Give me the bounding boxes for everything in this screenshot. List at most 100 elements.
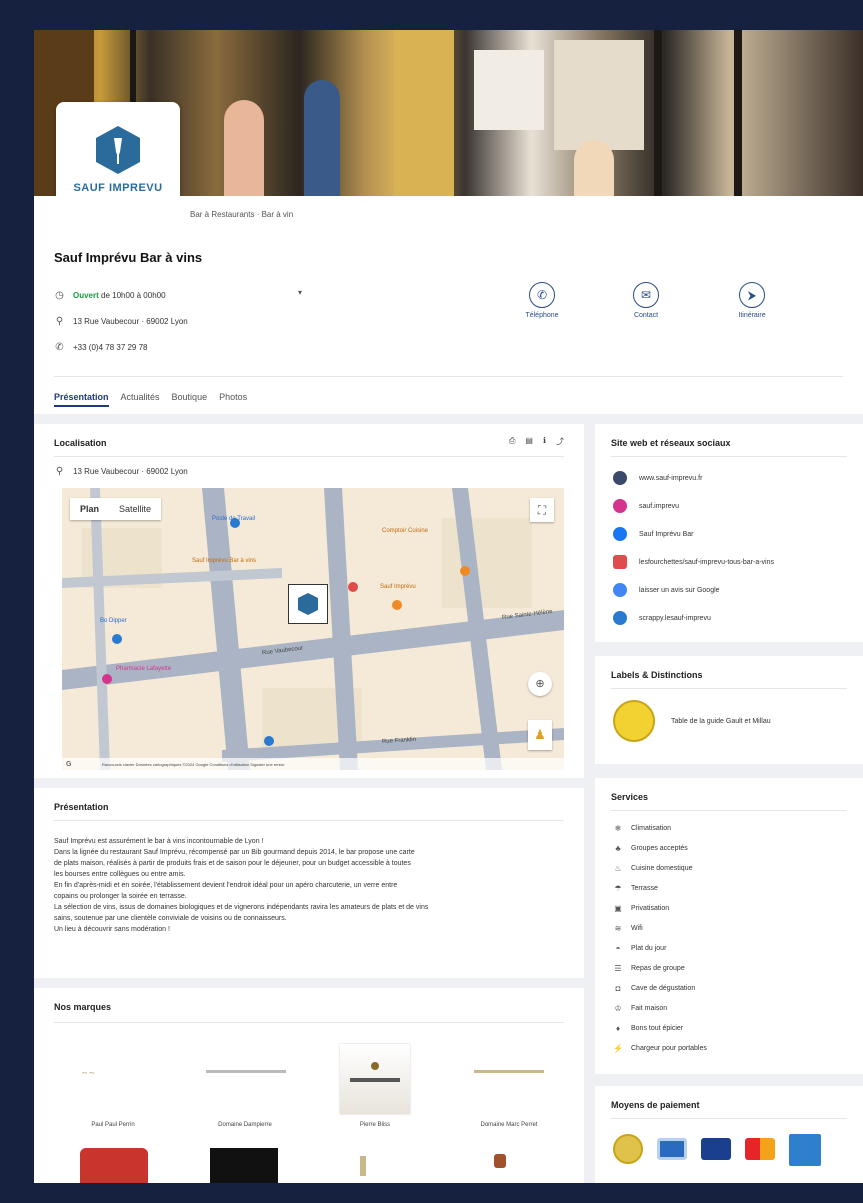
location-toolbar: ⎙ ▤ ℹ ⤴: [509, 436, 564, 447]
service-item: ❄ Climatisation: [614, 823, 672, 833]
brand-name-3: Pierre Bliss: [359, 1122, 391, 1128]
logo-text: SAUF IMPREVU: [73, 182, 163, 194]
terrace-icon: ☂: [614, 883, 622, 893]
google-logo-icon: G: [66, 761, 72, 768]
labels-card: Labels & Distinctions Table de la guide …: [595, 656, 863, 764]
business-header: Bar à Restaurants · Bar à vin Sauf Impré…: [34, 196, 863, 414]
service-item: ▣ Privatisation: [614, 903, 670, 913]
brand-logo-6[interactable]: [210, 1148, 278, 1183]
location-pin-icon: ⚲: [55, 466, 64, 477]
phone-icon: ✆: [55, 342, 64, 353]
phone-action-label: Téléphone: [525, 312, 559, 319]
labels-title: Labels & Distinctions: [611, 670, 703, 680]
brands-card: Nos marques ~ ~ Paul Paul Perrin Domaine…: [34, 988, 584, 1183]
brand-logo-5[interactable]: [80, 1148, 148, 1183]
thefork-link[interactable]: lesfourchettes/sauf-imprevu-tous-bar-a-v…: [613, 548, 853, 576]
service-item: ♔ Fait maison: [614, 1003, 668, 1013]
tab-photos[interactable]: Photos: [219, 392, 247, 407]
map-poi-icon[interactable]: [230, 518, 240, 528]
presentation-title: Présentation: [54, 802, 109, 812]
phone-action-button[interactable]: ✆ Téléphone: [512, 282, 572, 319]
service-item: ♦ Bons tout épicier: [613, 1018, 853, 1038]
website-link[interactable]: www.sauf-imprevu.fr: [613, 464, 853, 492]
google-review-link[interactable]: laisser un avis sur Google: [613, 576, 853, 604]
map-poi-icon[interactable]: [264, 736, 274, 746]
fullscreen-icon[interactable]: ⛶: [530, 498, 554, 522]
globe-icon: [613, 471, 627, 485]
table-icon: ☰: [614, 963, 622, 973]
service-item: ⚡ Chargeur pour portables: [613, 1043, 707, 1053]
street-view-icon[interactable]: ♟: [528, 720, 552, 750]
logo-emblem-icon: [96, 126, 140, 174]
tab-boutique[interactable]: Boutique: [172, 392, 208, 407]
map-poi-icon[interactable]: [392, 600, 402, 610]
instagram-icon: [613, 499, 627, 513]
brand-name-1: Paul Paul Perrin: [91, 1122, 135, 1128]
phone-text: +33 (0)4 78 37 29 78: [73, 343, 148, 352]
brand-logo-1[interactable]: ~ ~: [82, 1068, 94, 1078]
service-item: ◓ Plat du jour: [613, 938, 853, 958]
map-plan-button[interactable]: Plan: [70, 498, 109, 520]
info-icon[interactable]: ℹ: [543, 436, 546, 447]
wifi-icon: ≋: [614, 923, 622, 933]
contact-action-label: Contact: [633, 312, 659, 319]
map-label-place4: Sauf Imprévu: [380, 584, 416, 590]
calendar-icon: ▣: [614, 903, 622, 913]
hours-row[interactable]: ◷ Ouvert de 10h00 à 00h00: [54, 290, 165, 301]
facebook-link[interactable]: Sauf Imprévu Bar: [613, 520, 853, 548]
presentation-text: Sauf Imprévu est assurément le bar à vin…: [54, 838, 429, 933]
location-address-row: ⚲ 13 Rue Vaubecour · 69002 Lyon: [54, 466, 188, 477]
map-poi-icon[interactable]: [102, 674, 112, 684]
service-item: ♣ Groupes acceptés: [613, 838, 853, 858]
link-icon: [613, 611, 627, 625]
directions-action-button[interactable]: ⮞ Itinéraire: [722, 282, 782, 319]
brands-title: Nos marques: [54, 1002, 112, 1012]
charger-icon: ⚡: [613, 1043, 623, 1053]
tab-bar: Présentation Actualités Boutique Photos: [54, 392, 247, 407]
service-item: ☂ Terrasse: [614, 883, 658, 893]
gold-coin-payment-icon: [613, 1134, 643, 1164]
map-canvas: [62, 488, 564, 770]
bottle-icon: ◘: [615, 983, 621, 993]
address-text: 13 Rue Vaubecour · 69002 Lyon: [73, 317, 188, 326]
address-row: ⚲ 13 Rue Vaubecour · 69002 Lyon: [54, 316, 188, 327]
brand-name-4: Domaine Marc Perret: [480, 1122, 538, 1128]
directions-icon: ⮞: [739, 282, 765, 308]
map-satellite-button[interactable]: Satellite: [109, 498, 161, 520]
google-icon: [613, 583, 627, 597]
label-item: Table de la guide Gault et Millau: [671, 718, 771, 725]
web-social-card: Site web et réseaux sociaux www.sauf-imp…: [595, 424, 863, 642]
contact-action-button[interactable]: ✉ Contact: [616, 282, 676, 319]
brand-logo-3[interactable]: [340, 1044, 410, 1114]
phone-row[interactable]: ✆ +33 (0)4 78 37 29 78: [54, 342, 148, 353]
other-link[interactable]: scrappy.lesauf-imprevu: [613, 604, 853, 632]
service-item: ≋ Wifi: [614, 923, 643, 933]
map-label-place3: Comptoir Cuisine: [382, 528, 429, 534]
payments-card: Moyens de paiement: [595, 1086, 863, 1183]
brand-logo-2[interactable]: [206, 1070, 286, 1073]
visa-payment-icon: [701, 1138, 731, 1160]
map-poi-icon[interactable]: [112, 634, 122, 644]
save-icon[interactable]: ▤: [525, 436, 533, 447]
map-view[interactable]: Plan Satellite ⛶ Poste de Travail Sauf I…: [62, 488, 564, 770]
my-location-icon[interactable]: ⊕: [528, 672, 552, 696]
map-poi-icon[interactable]: [460, 566, 470, 576]
tab-actualites[interactable]: Actualités: [121, 392, 160, 407]
web-links: www.sauf-imprevu.fr sauf.imprevu Sauf Im…: [613, 464, 853, 632]
brand-logo-8[interactable]: [494, 1154, 506, 1168]
business-page: SAUF IMPREVU Bar à Restaurants · Bar à v…: [34, 30, 863, 1183]
share-icon[interactable]: ⤴: [556, 436, 564, 447]
map-business-marker[interactable]: [288, 584, 328, 624]
service-item: ♨ Cuisine domestique: [614, 863, 693, 873]
instagram-link[interactable]: sauf.imprevu: [613, 492, 853, 520]
map-poi-icon[interactable]: [348, 582, 358, 592]
business-logo: SAUF IMPREVU: [56, 102, 180, 206]
tab-presentation[interactable]: Présentation: [54, 392, 109, 407]
brand-logo-7[interactable]: [360, 1156, 366, 1176]
chevron-down-icon[interactable]: ▾: [298, 288, 302, 297]
map-label-place6: Pharmacie Lafayette: [116, 666, 172, 672]
print-icon[interactable]: ⎙: [509, 436, 515, 447]
brand-logo-4[interactable]: [474, 1070, 544, 1073]
fork-icon: [613, 555, 627, 569]
business-name: Sauf Imprévu Bar à vins: [54, 250, 203, 265]
